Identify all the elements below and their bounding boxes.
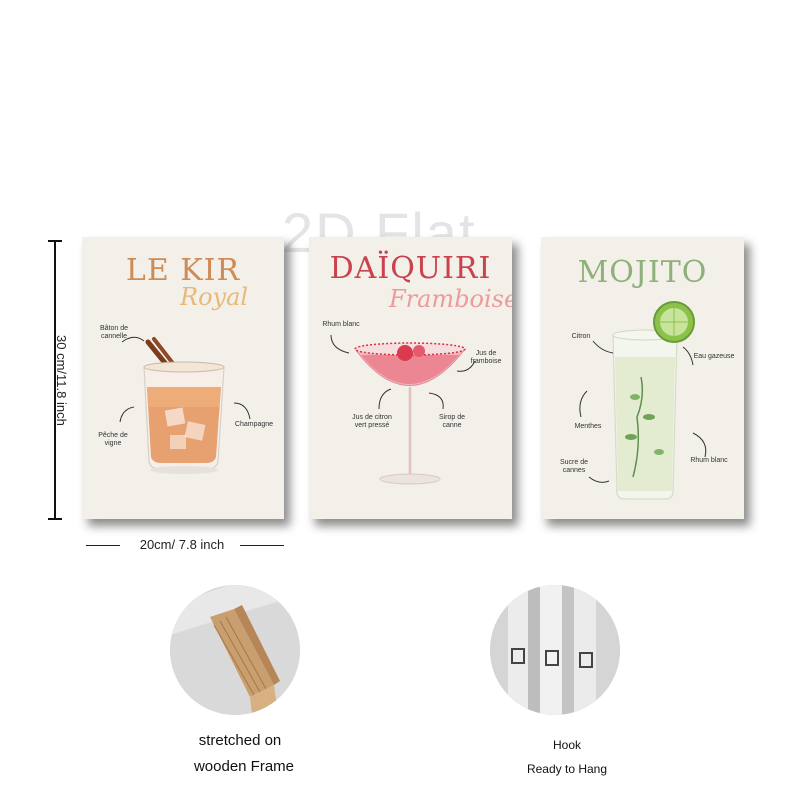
label-jus-framboise: Jus de framboise — [470, 350, 502, 365]
mojito-glass-illustration — [579, 301, 707, 500]
label-rhum-blanc: Rhum blanc — [322, 321, 360, 328]
feature-hook-line2: Ready to Hang — [526, 762, 608, 776]
label-rhum-blanc: Rhum blanc — [690, 457, 728, 464]
label-citron: Citron — [571, 333, 591, 340]
label-champagne: Champagne — [234, 421, 274, 428]
label-peche-vigne: Pêche de vigne — [98, 432, 128, 447]
height-dimension-cap-bottom — [48, 518, 62, 520]
poster-mojito: MOJITO Citron Eau gazeuse Menthes Rhum b… — [541, 237, 744, 519]
feature-frame-line1: stretched on — [198, 732, 282, 749]
feature-hook-line1: Hook — [552, 738, 581, 752]
label-baton-cannelle: Bâton de cannelle — [99, 325, 129, 340]
hook-icon — [490, 585, 620, 715]
label-menthes: Menthes — [574, 423, 602, 430]
width-dimension-label: 20cm/ 7.8 inch — [139, 537, 225, 552]
width-dimension-line-left — [86, 545, 120, 546]
label-eau-gazeuse: Eau gazeuse — [693, 353, 735, 360]
height-dimension-cap-top — [48, 240, 62, 242]
width-dimension-line-right — [240, 545, 284, 546]
label-jus-citron: Jus de citron vert pressé — [352, 414, 392, 429]
height-dimension-label: 30 cm/11.8 inch — [54, 335, 69, 426]
poster-daiquiri-framboise: DAÏQUIRI Framboise Rhum blanc Jus de fra… — [309, 237, 512, 519]
kir-glass-illustration — [119, 336, 251, 474]
label-sucre-cannes: Sucre de cannes — [559, 459, 589, 474]
feature-frame-line2: wooden Frame — [193, 758, 295, 775]
label-sirop-canne: Sirop de canne — [438, 414, 466, 429]
daiquiri-glass-illustration — [330, 334, 476, 485]
wooden-frame-icon — [170, 585, 300, 715]
poster-kir-royal: LE KIR Royal Bâton de cannelle Pêche de … — [82, 237, 284, 519]
